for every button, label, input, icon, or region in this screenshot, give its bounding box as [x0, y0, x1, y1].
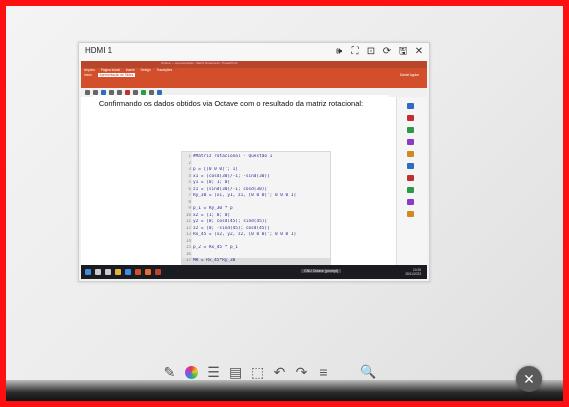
- taskbar-clock[interactable]: 10:25 28/11/2023: [405, 268, 421, 276]
- shared-screen: Octave — Apresentação - Matriz Rotaciona…: [81, 61, 427, 279]
- home-icon[interactable]: [85, 90, 90, 95]
- sidebar-icon-9[interactable]: [407, 199, 414, 205]
- ppt-window-title: Octave — Apresentação - Matriz Rotaciona…: [161, 61, 238, 65]
- right-sidebar: [396, 97, 427, 265]
- menu-item-2[interactable]: Inserir: [126, 68, 135, 72]
- code-text: p = [[0 0 0]'; 1]: [193, 167, 238, 172]
- code-text: x1 = [cosd(30)/-1; -sind(30)]: [193, 173, 270, 179]
- code-text: p_1 = Ry_30 * p: [193, 206, 233, 211]
- code-text: p_2 = Rx_45 * p_1: [193, 245, 238, 250]
- search-icon[interactable]: [95, 269, 101, 275]
- menu-item-1[interactable]: Página Inicial: [101, 68, 120, 72]
- ppt-tabs: Início Apresentação de Slides: [84, 73, 136, 77]
- code-text: z1 = [sind(30)/-1; cosd(30)]: [193, 186, 268, 192]
- menu-icon[interactable]: ≡: [317, 364, 330, 380]
- sidebar-icon-4[interactable]: [407, 139, 414, 145]
- tab-apresentacao[interactable]: Apresentação de Slides: [97, 73, 136, 77]
- app-icon[interactable]: [155, 269, 161, 275]
- sidebar-icon-10[interactable]: [407, 211, 414, 217]
- sidebar-icon-2[interactable]: [407, 115, 414, 121]
- code-text: y1 = [0; 1; 0]: [193, 180, 231, 185]
- start-icon[interactable]: [85, 269, 91, 275]
- menu-item-3[interactable]: Design: [141, 68, 151, 72]
- line-number: 17: [185, 258, 191, 263]
- color-picker-icon[interactable]: [185, 365, 198, 379]
- refresh-icon[interactable]: ⟳: [381, 45, 393, 58]
- select-icon[interactable]: ⬚: [251, 364, 264, 380]
- code-text: Rx_45 = [x2, y2, z2, [0 0 0]'; 0 0 0 1]: [193, 232, 297, 237]
- hdmi-titlebar: HDMI 1 🕪 ⛶ ⊡ ⟳ 🖫 ✕: [79, 43, 429, 61]
- code-text: y2 = [0; cosd(45); sind(45)]: [193, 219, 268, 224]
- slide-caption: Confirmando os dados obtidos via Octave …: [98, 99, 364, 108]
- hdmi-title: HDMI 1: [85, 46, 113, 55]
- page-icon[interactable]: ▤: [229, 364, 242, 380]
- sidebar-icon-3[interactable]: [407, 127, 414, 133]
- sidebar-icon-5[interactable]: [407, 151, 414, 157]
- menu-item-0[interactable]: Arquivo: [84, 68, 95, 72]
- code-text: x2 = [1; 0; 0]: [193, 212, 231, 218]
- undo-icon[interactable]: ↶: [273, 364, 286, 380]
- search-icon[interactable]: 🔍: [360, 364, 376, 380]
- redo-icon[interactable]: ↷: [295, 364, 308, 380]
- edge-icon[interactable]: [125, 269, 131, 275]
- board-bottom-bezel: [6, 380, 563, 401]
- code-text: #Matriz rotacional - Questão 1: [193, 154, 273, 159]
- octave-icon[interactable]: [145, 269, 151, 275]
- save-icon[interactable]: 🖫: [397, 45, 409, 58]
- octave-editor: 1 #Matriz rotacional - Questão 123p = [[0…: [181, 151, 331, 265]
- windows-taskbar: GNU Octave (prompt) 10:25 28/11/2023: [81, 265, 427, 279]
- ppt-titlebar: Octave — Apresentação - Matriz Rotaciona…: [81, 61, 427, 68]
- code-line[interactable]: 17 MR = Rx_45*Ry_30: [182, 258, 330, 265]
- powerpoint-icon[interactable]: [135, 269, 141, 275]
- menu-item-4[interactable]: Transições: [157, 68, 172, 72]
- speaker-icon[interactable]: 🕪: [333, 45, 345, 58]
- hdmi-window[interactable]: HDMI 1 🕪 ⛶ ⊡ ⟳ 🖫 ✕ Octave — Apresentação…: [78, 42, 430, 282]
- board-toolbar: ✎ ☰ ▤ ⬚ ↶ ↷ ≡: [163, 364, 330, 380]
- capture-icon[interactable]: ⊡: [365, 45, 377, 58]
- user-name[interactable]: Daniel Aguiar: [400, 73, 419, 77]
- clock-date: 28/11/2023: [405, 272, 421, 276]
- explorer-icon[interactable]: [115, 269, 121, 275]
- code-text: Ry_30 = [x1, y1, z1, [0 0 0]'; 0 0 0 1]: [193, 193, 297, 198]
- sidebar-icon-1[interactable]: [407, 103, 414, 109]
- pen-icon[interactable]: ✎: [163, 364, 176, 380]
- close-button[interactable]: ✕: [516, 366, 542, 392]
- tab-inicio[interactable]: Início: [84, 73, 92, 77]
- sidebar-icon-8[interactable]: [407, 187, 414, 193]
- sidebar-icon-6[interactable]: [407, 163, 414, 169]
- code-text: MR = Rx_45*Ry_30: [193, 258, 236, 263]
- fit-screen-icon[interactable]: ⛶: [349, 45, 361, 58]
- sidebar-icon-7[interactable]: [407, 175, 414, 181]
- close-icon[interactable]: ✕: [413, 45, 425, 58]
- stack-icon[interactable]: ☰: [207, 364, 220, 380]
- code-text: z2 = [0; -sind(45); cosd(45)]: [193, 225, 270, 231]
- taskbar-active-app[interactable]: GNU Octave (prompt): [301, 269, 342, 273]
- ppt-menu: Arquivo Página Inicial Inserir Design Tr…: [84, 68, 172, 72]
- hdmi-controls: 🕪 ⛶ ⊡ ⟳ 🖫 ✕: [333, 45, 425, 58]
- task-view-icon[interactable]: [105, 269, 111, 275]
